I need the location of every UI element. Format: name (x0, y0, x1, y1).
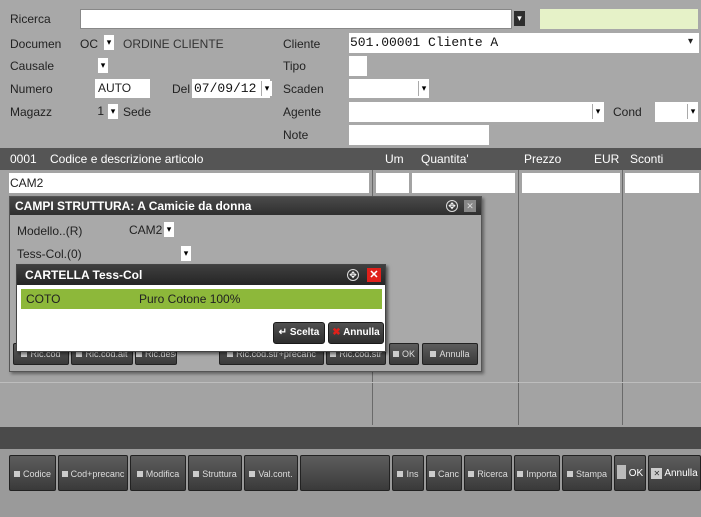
note-input[interactable] (349, 125, 489, 145)
cartella-title: CARTELLA Tess-Col (25, 268, 143, 282)
grid-divider (518, 170, 519, 425)
causale-dropdown-icon[interactable]: ▾ (97, 58, 108, 73)
grid-row1-prezzo[interactable] (522, 173, 620, 193)
note-label: Note (283, 128, 309, 142)
scadenze-input[interactable] (349, 79, 429, 98)
grid-col-um: Um (385, 152, 404, 166)
grid-divider (0, 382, 701, 383)
close-icon: ✕ (651, 468, 663, 479)
campi-title-bar: CAMPI STRUTTURA: A Camicie da donna ✥ ✕ (10, 197, 481, 215)
cliente-input[interactable]: 501.00001 Cliente A (349, 33, 699, 53)
tipo-label: Tipo (283, 59, 306, 73)
cartella-title-bar: CARTELLA Tess-Col ✥ ✕ (17, 265, 385, 285)
close-icon[interactable]: ✕ (464, 200, 476, 212)
tesscol-input[interactable] (129, 244, 185, 262)
documento-dropdown-icon[interactable]: ▾ (103, 35, 114, 50)
grid-col-eur: EUR (594, 152, 620, 166)
campi-title: CAMPI STRUTTURA: A Camicie da donna (15, 199, 252, 213)
grid-row1-quantita[interactable] (412, 173, 515, 193)
modello-label: Modello..(R) (17, 224, 83, 238)
struttura-button[interactable]: Struttura (188, 455, 242, 491)
documento-label: Documen (10, 37, 62, 51)
grid-col-sconti: Sconti (630, 152, 664, 166)
ricerca-input[interactable] (80, 9, 512, 29)
numero-label: Numero (10, 82, 53, 96)
close-icon: ✖ (332, 327, 341, 338)
val-cont-button[interactable]: Val.cont. (244, 455, 298, 491)
ricerca-dropdown-icon[interactable]: ▾ (514, 11, 525, 26)
scadenze-label: Scaden (283, 82, 324, 96)
agente-label: Agente (283, 105, 322, 119)
grid-col-quantita: Quantita' (421, 152, 469, 166)
importa-button[interactable]: Importa (514, 455, 560, 491)
codice-button[interactable]: Codice (9, 455, 56, 491)
grid-col-row-number: 0001 (10, 152, 37, 166)
del-label: Del (172, 82, 191, 96)
bottom-toolbar: Codice Cod+precanc Modifica Struttura Va… (0, 449, 701, 517)
ricerca-highlight-field[interactable] (540, 9, 698, 29)
ok-button[interactable]: OK (389, 343, 419, 365)
ricerca-button[interactable]: Ricerca (464, 455, 512, 491)
close-icon[interactable]: ✕ (367, 268, 381, 282)
documento-desc: ORDINE CLIENTE (123, 37, 224, 51)
sede-label: Sede (123, 105, 152, 119)
ricerca-label: Ricerca (10, 12, 51, 26)
magazzino-label: Magazz (10, 105, 53, 119)
grid-col-prezzo: Prezzo (524, 152, 562, 166)
grid-col-code-desc: Codice e descrizione articolo (50, 152, 204, 166)
grid-row1-um[interactable] (376, 173, 409, 193)
move-icon[interactable]: ✥ (446, 200, 458, 212)
grid-footer-bar (0, 427, 701, 449)
del-date-input[interactable]: 07/09/12 (192, 79, 270, 98)
magazzino-dropdown-icon[interactable]: ▾ (107, 104, 118, 119)
tesscol-dropdown-icon[interactable]: ▾ (180, 246, 191, 261)
scadenze-dropdown-icon[interactable]: ▾ (418, 81, 429, 96)
cond-dropdown-icon[interactable]: ▾ (687, 104, 698, 119)
empty-toolbar-slot (300, 455, 390, 491)
tesscol-label: Tess-Col.(0) (17, 247, 82, 261)
list-item-desc: Puro Cotone 100% (139, 292, 241, 306)
cod-precanc-button[interactable]: Cod+precanc (58, 455, 128, 491)
cliente-label: Cliente (283, 37, 321, 51)
enter-icon: ↵ (278, 327, 288, 338)
cartella-dialog: CARTELLA Tess-Col ✥ ✕ COTO Puro Cotone 1… (16, 264, 386, 352)
grid-row1-code-input[interactable]: CAM2 (9, 173, 369, 193)
scelta-button[interactable]: ↵ Scelta (273, 322, 325, 344)
cond-label: Cond (613, 105, 642, 119)
canc-button[interactable]: Canc (426, 455, 462, 491)
documento-code[interactable]: OC (80, 37, 98, 51)
modello-dropdown-icon[interactable]: ▾ (163, 222, 174, 237)
causale-label: Causale (10, 59, 55, 73)
grid-divider (622, 170, 623, 425)
stampa-button[interactable]: Stampa (562, 455, 612, 491)
modifica-button[interactable]: Modifica (130, 455, 186, 491)
tipo-input[interactable] (349, 56, 367, 76)
agente-dropdown-icon[interactable]: ▾ (592, 104, 603, 119)
list-item-code: COTO (26, 292, 61, 306)
ins-button[interactable]: Ins (392, 455, 424, 491)
annulla-button[interactable]: Annulla (422, 343, 478, 365)
grid-header: 0001 Codice e descrizione articolo Um Qu… (0, 148, 701, 170)
grid-row1-sconti[interactable] (625, 173, 699, 193)
move-icon[interactable]: ✥ (347, 269, 359, 281)
annulla-button[interactable]: ✖ Annulla (328, 322, 384, 344)
list-item[interactable]: COTO Puro Cotone 100% (21, 289, 382, 309)
cliente-dropdown-icon[interactable]: ▾ (688, 36, 693, 47)
ok-button[interactable]: OK (614, 455, 646, 491)
numero-input[interactable]: AUTO (95, 79, 150, 98)
del-date-dropdown-icon[interactable]: ▾ (261, 81, 272, 96)
agente-input[interactable] (349, 102, 604, 122)
annulla-button[interactable]: ✕ Annulla (648, 455, 701, 491)
